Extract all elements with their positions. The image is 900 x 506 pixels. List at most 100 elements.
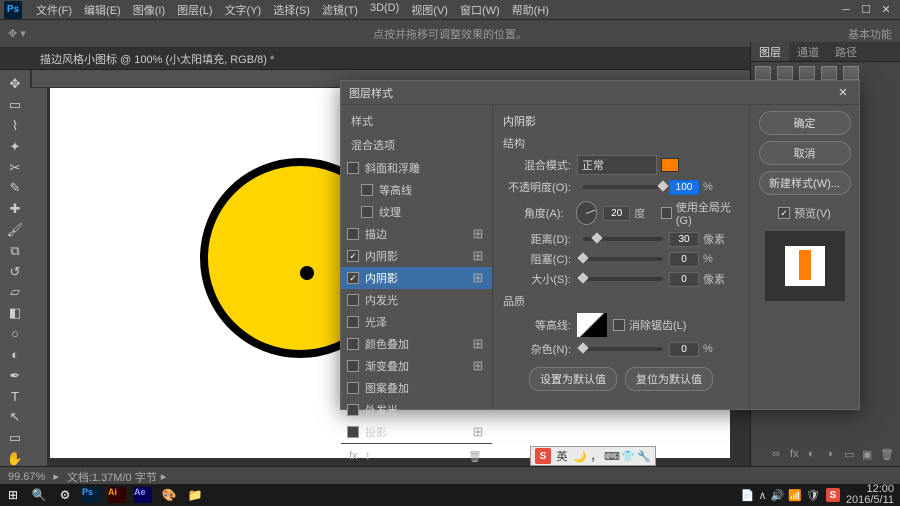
- style-checkbox[interactable]: [347, 228, 359, 240]
- explorer-icon[interactable]: 📁: [182, 484, 208, 506]
- type-tool[interactable]: T: [3, 387, 27, 406]
- dialog-titlebar[interactable]: 图层样式 ✕: [341, 81, 859, 105]
- gradient-tool[interactable]: ◧: [3, 304, 27, 323]
- choke-slider[interactable]: [583, 257, 663, 261]
- ime-logo[interactable]: S: [535, 448, 551, 464]
- document-tab[interactable]: 描边风格小图标 @ 100% (小太阳填充, RGB/8) *: [30, 48, 284, 70]
- tab-paths[interactable]: 路径: [827, 42, 865, 61]
- stamp-tool[interactable]: ⧉: [3, 241, 27, 260]
- add-style-icon[interactable]: ⊞: [470, 248, 486, 264]
- clock[interactable]: 12:00 2016/5/11: [846, 484, 894, 506]
- style-checkbox[interactable]: [347, 382, 359, 394]
- menu-item[interactable]: 窗口(W): [454, 0, 506, 20]
- link-icon[interactable]: ∞: [772, 448, 786, 462]
- menu-item[interactable]: 帮助(H): [506, 0, 555, 20]
- ime-tray-icon[interactable]: S: [826, 488, 840, 502]
- add-style-icon[interactable]: ⊞: [470, 270, 486, 286]
- preview-checkbox[interactable]: [778, 207, 790, 219]
- filter-icon[interactable]: [777, 66, 793, 80]
- style-checkbox[interactable]: [347, 360, 359, 372]
- menu-item[interactable]: 编辑(E): [78, 0, 127, 20]
- style-row[interactable]: 投影⊞: [341, 421, 492, 443]
- filter-icon[interactable]: [843, 66, 859, 80]
- tray-icon[interactable]: ∧: [758, 489, 766, 502]
- menu-item[interactable]: 3D(D): [364, 0, 405, 20]
- mask-icon[interactable]: ◐: [808, 448, 822, 462]
- settings-icon[interactable]: ⚙: [52, 484, 78, 506]
- style-row[interactable]: 描边⊞: [341, 223, 492, 245]
- choke-input[interactable]: 0: [669, 252, 699, 267]
- ime-lang[interactable]: 英: [555, 449, 569, 463]
- move-tool[interactable]: ✥: [3, 75, 27, 94]
- ime-toolbar[interactable]: S 英 🌙，⌨👕🔧: [530, 446, 656, 466]
- blur-tool[interactable]: ○: [3, 325, 27, 344]
- fx-menu-icon[interactable]: fx: [349, 450, 365, 464]
- style-row[interactable]: 斜面和浮雕: [341, 157, 492, 179]
- tray-icon[interactable]: 🔊: [771, 489, 785, 502]
- color-swatch[interactable]: [661, 158, 679, 172]
- ime-icon[interactable]: 👕: [621, 449, 635, 463]
- trash-icon[interactable]: 🗑: [880, 448, 894, 462]
- minimize-button[interactable]: ─: [840, 4, 852, 16]
- add-style-icon[interactable]: ⊞: [470, 226, 486, 242]
- style-row[interactable]: 外发光: [341, 399, 492, 421]
- eyedropper-tool[interactable]: ✎: [3, 179, 27, 198]
- crop-tool[interactable]: ✂: [3, 158, 27, 177]
- style-checkbox[interactable]: [361, 206, 373, 218]
- tray-icon[interactable]: 🛡: [806, 489, 820, 502]
- menu-item[interactable]: 文件(F): [30, 0, 78, 20]
- ime-icon[interactable]: ，: [589, 449, 603, 463]
- add-style-icon[interactable]: ⊞: [470, 424, 486, 440]
- blend-mode-select[interactable]: 正常: [577, 155, 657, 175]
- tab-layers[interactable]: 图层: [751, 42, 789, 61]
- brush-tool[interactable]: 🖌: [3, 221, 27, 240]
- menu-item[interactable]: 选择(S): [267, 0, 316, 20]
- dodge-tool[interactable]: ◐: [3, 345, 27, 364]
- filter-icon[interactable]: [799, 66, 815, 80]
- style-row[interactable]: 颜色叠加⊞: [341, 333, 492, 355]
- menu-item[interactable]: 文字(Y): [219, 0, 268, 20]
- filter-icon[interactable]: [755, 66, 771, 80]
- style-checkbox[interactable]: [361, 184, 373, 196]
- ime-icon[interactable]: 🌙: [573, 449, 587, 463]
- fx-icon[interactable]: fx: [790, 448, 804, 462]
- set-default-button[interactable]: 设置为默认值: [529, 367, 617, 391]
- global-light-checkbox[interactable]: [661, 207, 672, 219]
- wand-tool[interactable]: ✦: [3, 137, 27, 156]
- taskbar-app[interactable]: 🎨: [156, 484, 182, 506]
- size-slider[interactable]: [583, 277, 663, 281]
- menu-item[interactable]: 图像(I): [127, 0, 171, 20]
- search-icon[interactable]: 🔍: [26, 484, 52, 506]
- style-row[interactable]: 内阴影⊞: [341, 267, 492, 289]
- opacity-slider[interactable]: [583, 185, 663, 189]
- filter-icon[interactable]: [821, 66, 837, 80]
- menu-item[interactable]: 滤镜(T): [316, 0, 364, 20]
- style-checkbox[interactable]: [347, 250, 359, 262]
- contour-picker[interactable]: [577, 313, 607, 337]
- dialog-close-button[interactable]: ✕: [835, 85, 851, 101]
- workspace-switcher[interactable]: 基本功能: [848, 26, 892, 42]
- ok-button[interactable]: 确定: [759, 111, 851, 135]
- antialias-checkbox[interactable]: [613, 319, 625, 331]
- ime-icon[interactable]: 🔧: [637, 449, 651, 463]
- lasso-tool[interactable]: ⌇: [3, 117, 27, 136]
- trash-icon[interactable]: 🗑: [468, 450, 484, 464]
- tab-channels[interactable]: 通道: [789, 42, 827, 61]
- menu-item[interactable]: 视图(V): [405, 0, 454, 20]
- shape-tool[interactable]: ▭: [3, 429, 27, 448]
- style-row[interactable]: 图案叠加: [341, 377, 492, 399]
- distance-slider[interactable]: [583, 237, 663, 241]
- close-button[interactable]: ✕: [880, 4, 892, 16]
- pen-tool[interactable]: ✒: [3, 366, 27, 385]
- cancel-button[interactable]: 取消: [759, 141, 851, 165]
- style-row[interactable]: 光泽: [341, 311, 492, 333]
- path-tool[interactable]: ↖: [3, 408, 27, 427]
- maximize-button[interactable]: ☐: [860, 4, 872, 16]
- style-checkbox[interactable]: [347, 404, 359, 416]
- opacity-input[interactable]: 100: [669, 180, 699, 195]
- add-style-icon[interactable]: ⊞: [470, 336, 486, 352]
- style-row[interactable]: 渐变叠加⊞: [341, 355, 492, 377]
- style-checkbox[interactable]: [347, 426, 359, 438]
- menu-item[interactable]: 图层(L): [171, 0, 218, 20]
- angle-dial[interactable]: [576, 201, 598, 225]
